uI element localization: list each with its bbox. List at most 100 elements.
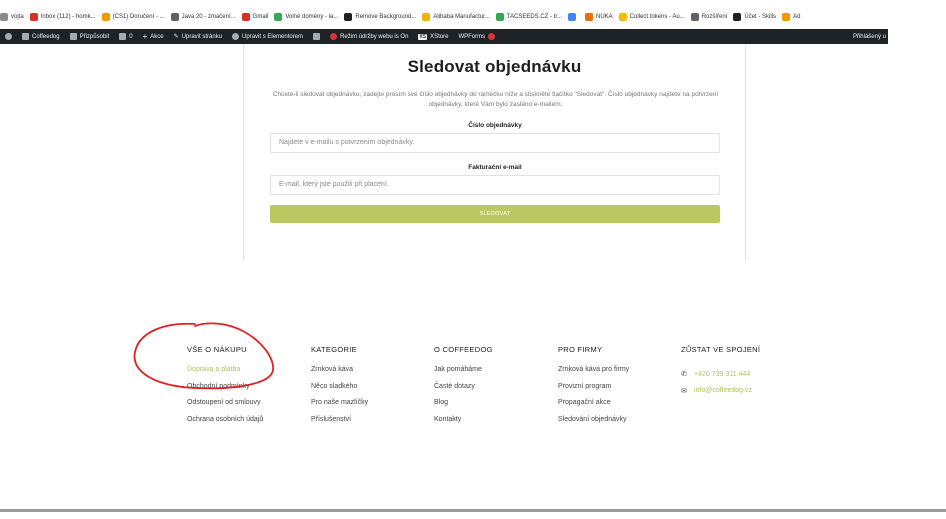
bookmark-item[interactable]: Alibaba Manufactur... (422, 13, 495, 21)
footer-column-business: PRO FIRMY Zrnková káva pro firmy Provizn… (558, 345, 629, 432)
page-title: Sledovat objednávku (407, 57, 582, 76)
bookmark-item[interactable]: Gmail (241, 13, 275, 21)
billing-email-label: Fakturační e-mail (468, 164, 522, 171)
bookmark-label: (CS1) Doručení - ... (112, 14, 165, 20)
page-icon (618, 13, 627, 21)
billing-email-input[interactable]: E-mail, který jste použili při placení. (270, 175, 720, 195)
admin-bar-wpforms[interactable]: WPForms (453, 33, 500, 40)
home-icon (22, 33, 29, 40)
admin-bar-account[interactable]: Přihlášený u (848, 34, 888, 40)
footer-link-blog[interactable]: Blog (434, 399, 493, 416)
footer-heading: ZŮSTAT VE SPOJENÍ (681, 345, 761, 354)
phone-icon: ✆ (681, 371, 687, 379)
bookmark-label: Java 20 - zmačení... (181, 14, 236, 20)
bookmark-label: Alibaba Manufactur... (433, 14, 490, 20)
footer-heading: KATEGORIE (311, 345, 357, 354)
footer-column-categories: KATEGORIE Zrnková káva Něco sladkého Pro… (311, 345, 368, 432)
admin-bar-comments[interactable]: 0 (114, 33, 137, 40)
footer-link-business-coffee[interactable]: Zrnková káva pro firmy (558, 366, 629, 383)
page-icon (568, 13, 576, 21)
admin-bar-new[interactable]: + Akce (138, 32, 169, 41)
comment-icon (119, 33, 127, 40)
bookmark-label: NUKA (596, 14, 613, 20)
footer-link-terms[interactable]: Obchodní podmínky (187, 383, 263, 400)
page-icon (782, 13, 791, 21)
bookmark-label: Collect tokens - Au... (629, 14, 685, 20)
puzzle-icon (690, 13, 699, 21)
footer-link-coffee[interactable]: Zrnková káva (311, 366, 368, 383)
bookmark-item[interactable]: Rozšíření (690, 13, 734, 21)
footer-phone-link[interactable]: ✆ +420 739 311 444 (681, 366, 760, 383)
admin-bar-site[interactable]: Coffeedog (17, 33, 65, 40)
admin-bar-xstore[interactable]: XS XStore (413, 33, 453, 40)
bookmark-item[interactable]: Collect tokens - Au... (618, 13, 691, 21)
wpforms-icon (488, 33, 496, 40)
footer-link-sweets[interactable]: Něco sladkého (311, 383, 368, 400)
xstore-icon: XS (418, 33, 428, 40)
bookmark-item[interactable]: Remove Background... (344, 13, 422, 21)
bookmark-label: Remove Background... (355, 14, 417, 20)
plus-icon: + (142, 32, 148, 41)
footer-link-affiliate[interactable]: Provizní program (558, 383, 629, 400)
footer-link-faq[interactable]: Časté dotazy (434, 383, 493, 400)
wordpress-logo-icon[interactable] (0, 33, 17, 40)
pencil-icon: ✎ (173, 34, 179, 40)
footer-link-accessories[interactable]: Příslušenství (311, 416, 368, 433)
page-icon (274, 13, 283, 21)
admin-bar-yoast[interactable] (308, 33, 325, 40)
admin-bar-maintenance[interactable]: Režim údržby webu is On (325, 33, 413, 40)
bookmark-label: Rozšíření (701, 14, 728, 20)
bookmark-icon (101, 13, 110, 21)
bookmark-item[interactable]: Volné domény - la... (274, 13, 344, 21)
footer-heading: PRO FIRMY (558, 345, 603, 354)
bookmark-label: vojta (11, 14, 24, 20)
bookmark-label: Účet - Skills (744, 14, 777, 20)
footer-link-contacts[interactable]: Kontakty (434, 416, 493, 433)
bookmark-item[interactable]: Ad (782, 13, 806, 21)
footer-heading: O COFFEEDOG (434, 345, 493, 354)
order-number-label: Číslo objednávky (468, 122, 522, 129)
admin-bar: Coffeedog Přizpůsobit 0 + Akce ✎ Upravit s… (0, 29, 888, 44)
bookmark-item[interactable] (568, 13, 585, 21)
admin-bar-customize[interactable]: Přizpůsobit (65, 33, 115, 40)
footer-link-track-order[interactable]: Sledování objednávky (558, 416, 629, 433)
footer-link-withdrawal[interactable]: Odstoupení od smlouvy (187, 399, 263, 416)
record-icon (330, 33, 338, 40)
bookmark-item[interactable]: Účet - Skills (733, 13, 782, 21)
window-bottom-border (0, 509, 946, 512)
bookmark-label: Volné domény - la... (285, 14, 339, 20)
bookmarks-bar: vojta Inbox (112) - homk... (CS1) Doručení… (0, 8, 946, 26)
bookmark-item[interactable]: Java 20 - zmačení... (170, 13, 242, 21)
bookmark-item[interactable]: vojta (0, 13, 30, 21)
elementor-icon (232, 33, 240, 40)
admin-bar-elementor[interactable]: Upravit s Elementorem (227, 33, 308, 40)
page-edge (940, 0, 946, 509)
footer-link-shipping[interactable]: Doprava a platba (187, 366, 263, 383)
page-icon (422, 13, 431, 21)
bookmark-label: TACSEEDS.CZ - tr... (506, 14, 562, 20)
footer-column-about: O COFFEEDOG Jak pomáháme Časté dotazy Bl… (434, 345, 493, 432)
footer-link-privacy[interactable]: Ochrana osobních údajů (187, 416, 263, 433)
page-icon (733, 13, 742, 21)
bookmark-item[interactable]: NUKA (585, 13, 619, 21)
gmail-icon (241, 13, 250, 21)
page-icon (344, 13, 353, 21)
order-number-input[interactable]: Najdete v e-mailu s potvrzením objednávk… (270, 133, 720, 153)
footer-link-promo[interactable]: Propagační akce (558, 399, 629, 416)
mail-icon: ✉ (681, 387, 687, 395)
page-icon (170, 13, 179, 21)
footer-email-link[interactable]: ✉ info@coffeedog.cz (681, 383, 760, 400)
footer-link-how-we-help[interactable]: Jak pomáháme (434, 366, 493, 383)
bookmark-item[interactable]: (CS1) Doručení - ... (101, 13, 171, 21)
footer-link-pets[interactable]: Pro naše mazlíčky (311, 399, 368, 416)
bookmark-label: Ad (793, 14, 801, 20)
footer-column-contact: ZŮSTAT VE SPOJENÍ ✆ +420 739 311 444 ✉ inf… (681, 345, 760, 399)
brush-icon (69, 33, 77, 40)
bookmark-item[interactable]: Inbox (112) - homk... (29, 13, 102, 21)
track-button[interactable]: SLEDOVAT (270, 205, 720, 223)
admin-bar-edit-page[interactable]: ✎ Upravit stránku (169, 33, 227, 41)
bookmark-label: Gmail (252, 14, 269, 20)
page-icon (0, 13, 8, 21)
bookmark-item[interactable]: TACSEEDS.CZ - tr... (495, 13, 568, 21)
page-icon (585, 13, 593, 21)
